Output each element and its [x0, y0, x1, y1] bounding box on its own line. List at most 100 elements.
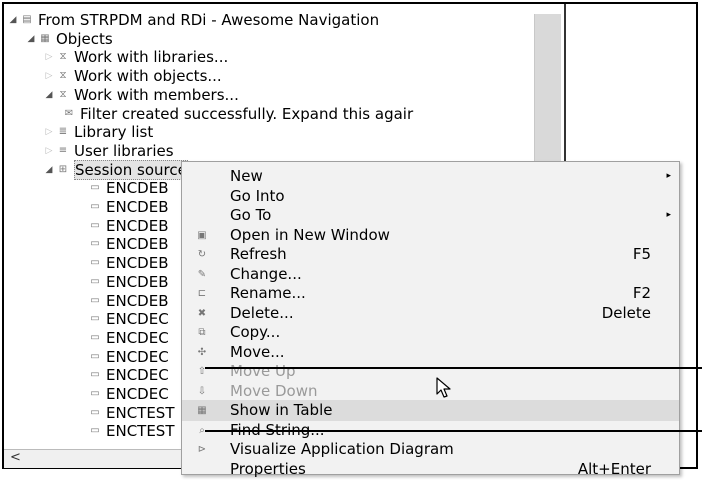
- member-row[interactable]: ▭ ENCDEB: [88, 234, 169, 254]
- member-row[interactable]: ▭ ENCDEB: [88, 272, 169, 292]
- table-icon: ▦: [197, 405, 207, 416]
- tree-row[interactable]: ▷ ⧖ Work with objects...: [44, 66, 222, 86]
- member-icon: ▭: [90, 406, 100, 418]
- collapse-arrow-icon[interactable]: ▷: [44, 122, 54, 142]
- filter-icon: ⧖: [59, 70, 67, 82]
- menu-item-move-up[interactable]: ⇧ Move Up: [182, 361, 679, 382]
- submenu-arrow-icon: ▸: [666, 171, 671, 181]
- member-row[interactable]: ▭ ENCDEB: [88, 178, 169, 198]
- menu-item-open-in-new-window[interactable]: ▣ Open in New Window: [182, 225, 679, 246]
- member-icon: ▭: [90, 294, 100, 306]
- member-label: ENCDEC: [106, 385, 169, 403]
- menu-item-show-in-table[interactable]: ▦ Show in Table: [182, 400, 679, 421]
- menu-item-new[interactable]: New ▸: [182, 166, 679, 187]
- member-label: ENCDEC: [106, 366, 169, 385]
- member-label: ENCDEC: [106, 310, 169, 329]
- tree-row-label: Work with objects...: [74, 67, 222, 86]
- menu-item-go-into[interactable]: Go Into: [182, 186, 679, 207]
- member-row[interactable]: ▭ ENCDEC: [88, 309, 169, 329]
- menu-item-label: Visualize Application Diagram: [230, 440, 454, 458]
- member-icon: ▭: [90, 369, 100, 381]
- tree-row-label: Work with members...: [74, 85, 239, 104]
- tree-row[interactable]: ▷ ≣ Library list: [44, 122, 154, 142]
- member-row[interactable]: ▭ ENCTEST: [88, 421, 174, 441]
- member-icon: ▭: [90, 425, 100, 437]
- member-row[interactable]: ▭ ENCDEB: [88, 253, 169, 273]
- member-label: ENCDEB: [106, 198, 169, 216]
- delete-icon: ✖: [197, 307, 207, 319]
- menu-item-label: Rename...: [230, 284, 306, 302]
- move-down-icon: ⇩: [197, 385, 207, 397]
- menu-item-move-down[interactable]: ⇩ Move Down: [182, 381, 679, 402]
- filter-icon: ⧖: [59, 88, 67, 100]
- context-menu: New ▸ Go Into Go To ▸ ▣ Open in New Window ↻ Ref…: [181, 161, 680, 478]
- tree-row[interactable]: ◢ ▦ Objects: [26, 29, 113, 49]
- tree-row[interactable]: ◢ ⊞ Session source: [44, 159, 188, 180]
- member-icon: ▭: [90, 201, 100, 212]
- member-icon: ▭: [90, 313, 100, 325]
- tree-row[interactable]: ▷ ⧖ Work with libraries...: [44, 47, 229, 67]
- member-icon: ▭: [90, 257, 100, 269]
- member-row[interactable]: ▭ ENCTEST: [88, 440, 175, 444]
- collapse-arrow-icon[interactable]: ▷: [44, 141, 54, 161]
- annotation-line-top: [205, 367, 702, 369]
- member-label: ENCDEC: [106, 347, 169, 366]
- member-row[interactable]: ▭ ENCDEB: [88, 291, 168, 311]
- expand-arrow-icon[interactable]: ◢: [44, 85, 54, 105]
- move-icon: ✣: [197, 346, 207, 358]
- change-icon: ✎: [197, 268, 207, 280]
- member-label: ENCDEB: [106, 254, 169, 273]
- menu-item-change[interactable]: ✎ Change...: [182, 264, 679, 285]
- menu-item-label: Delete...: [230, 303, 294, 322]
- tree-row[interactable]: ▷ ≡ User libraries: [44, 141, 174, 161]
- menu-item-copy[interactable]: ⧉ Copy...: [182, 322, 679, 343]
- user-libraries-icon: ≡: [58, 144, 68, 156]
- member-row[interactable]: ▭ ENCDEB: [88, 216, 169, 236]
- menu-item-label: Open in New Window: [230, 225, 390, 244]
- member-label: ENCTEST: [106, 441, 175, 444]
- expand-arrow-icon[interactable]: ◢: [44, 160, 54, 180]
- filter-icon: ⧖: [59, 51, 67, 63]
- member-icon: ▭: [90, 182, 100, 194]
- menu-item-move[interactable]: ✣ Move...: [182, 342, 679, 363]
- member-row[interactable]: ▭ ENCDEC: [88, 328, 168, 348]
- menu-item-label: Show in Table: [230, 401, 333, 419]
- collapse-arrow-icon[interactable]: ▷: [44, 66, 54, 86]
- member-label: ENCDEB: [106, 235, 169, 254]
- menu-item-label: Move Down: [230, 381, 318, 400]
- annotation-line-bottom: [205, 430, 702, 432]
- menu-item-properties[interactable]: Properties Alt+Enter: [182, 459, 679, 480]
- member-row[interactable]: ▭ ENCDEC: [88, 365, 169, 385]
- collapse-arrow-icon[interactable]: ▷: [44, 47, 54, 67]
- diagram-icon: ⊳: [197, 444, 207, 455]
- member-row[interactable]: ▭ ENCTEST: [88, 403, 174, 423]
- menu-item-delete[interactable]: ✖ Delete... Delete: [182, 303, 679, 324]
- menu-item-visualize-application-diagram[interactable]: ⊳ Visualize Application Diagram: [182, 439, 679, 460]
- tree-row-label: User libraries: [74, 141, 174, 160]
- window-icon: ▣: [197, 229, 207, 241]
- tree-row[interactable]: ◢ ⧖ Work with members...: [44, 85, 239, 105]
- tree-row[interactable]: ◢ ▤ From STRPDM and RDi - Awesome Navigati…: [8, 10, 380, 30]
- expand-arrow-icon[interactable]: ◢: [8, 10, 18, 30]
- menu-item-label: Go To: [230, 206, 272, 224]
- member-row[interactable]: ▭ ENCDEB: [88, 197, 169, 217]
- expand-arrow-icon[interactable]: ◢: [26, 29, 36, 49]
- menu-item-label: Copy...: [230, 323, 281, 341]
- member-row[interactable]: ▭ ENCDEC: [88, 384, 169, 404]
- member-icon: ▭: [90, 388, 100, 399]
- menu-item-label: Go Into: [230, 186, 285, 205]
- member-label: ENCDEB: [106, 272, 169, 291]
- tree-row-label: Work with libraries...: [74, 48, 229, 67]
- member-label: ENCDEB: [106, 216, 169, 235]
- menu-item-rename[interactable]: ⊏ Rename... F2: [182, 283, 679, 304]
- menu-item-go-to[interactable]: Go To ▸: [182, 205, 679, 226]
- member-row[interactable]: ▭ ENCDEC: [88, 347, 169, 367]
- menu-item-refresh[interactable]: ↻ Refresh F5: [182, 244, 679, 265]
- menu-item-shortcut: F5: [632, 245, 651, 263]
- tree-row[interactable]: ✉ Filter created successfully. Expand thi…: [62, 104, 413, 124]
- menu-item-label: Change...: [230, 264, 302, 283]
- scroll-left-icon[interactable]: <: [10, 450, 21, 466]
- member-label: ENCDEB: [106, 179, 169, 198]
- rename-icon: ⊏: [197, 288, 207, 299]
- member-icon: ▭: [90, 331, 100, 343]
